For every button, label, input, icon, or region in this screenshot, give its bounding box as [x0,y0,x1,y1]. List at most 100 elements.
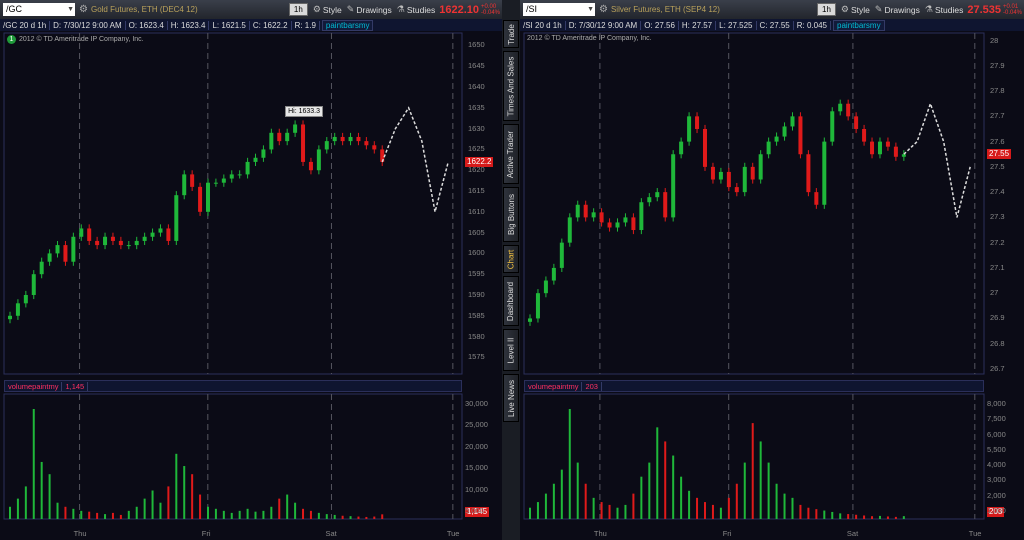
left-volume-study[interactable]: volumepaintmy [5,381,63,391]
vertical-tab-bar: Trade Times And Sales Active Trader Big But… [502,0,520,540]
candle-body [528,318,532,322]
tab-chart[interactable]: Chart [503,245,519,273]
candle-body [55,245,60,254]
volume-bar [88,511,91,519]
candle-body [79,228,84,237]
candle-body [679,141,684,155]
left-volume-header: volumepaintmy 1,145 [4,380,462,392]
volume-bar [80,510,83,519]
volume-plot-frame [3,393,463,520]
volume-bar [159,502,162,519]
candle-body [372,145,377,150]
right-chart-canvas[interactable] [520,0,1024,540]
price-axis-tick: 1575 [468,352,485,362]
right-volume-study[interactable]: volumepaintmy [525,381,583,391]
candle-body [301,124,306,162]
volume-bar [799,504,802,519]
price-axis-tick: 1630 [468,123,485,133]
candle-body [63,245,68,262]
volume-bar [735,483,738,519]
tab-label: Trade [506,23,516,45]
candle-body [277,132,282,142]
price-axis-tick: 27.9 [990,60,1005,70]
price-axis-tick: 27.8 [990,86,1005,96]
volume-bar [664,441,667,519]
tab-big-buttons[interactable]: Big Buttons [503,187,519,242]
candle-body [718,171,723,180]
tab-times-and-sales[interactable]: Times And Sales [503,51,519,121]
candle-body [830,111,835,142]
price-axis-tick: 1590 [468,289,485,299]
tab-label: Active Trader [506,130,516,178]
candle-body [47,253,52,262]
volume-bar [119,514,122,519]
volume-bar [317,512,320,519]
volume-bar [552,483,555,519]
volume-axis-tick: 3,000 [987,475,1006,485]
tab-dashboard[interactable]: Dashboard [503,276,519,326]
volume-bar [767,462,770,519]
volume-axis-tick: 30,000 [465,399,488,408]
volume-bar [222,510,225,519]
left-chart-canvas[interactable] [0,0,502,540]
candle-body [237,174,242,176]
candle-body [750,166,755,180]
candle-body [607,222,612,228]
tab-label: Dashboard [506,281,516,321]
price-axis-tick: 1595 [468,269,485,279]
candle-body [567,217,572,243]
candle-body [23,294,28,304]
volume-bar [656,427,659,519]
candle-body [687,116,692,142]
candle-body [631,217,636,231]
candle-body [316,149,321,171]
volume-bar [878,515,881,519]
volume-bar [624,504,627,519]
volume-axis-tick: 1,000 [987,506,1006,515]
candle-body [535,293,540,319]
volume-bar [608,504,611,519]
volume-axis-tick: 8,000 [987,399,1006,408]
candle-body [599,212,604,223]
candle-body [710,166,715,180]
volume-bar [191,474,194,519]
volume-axis-tick: 20,000 [465,441,488,451]
candle-body [615,222,620,228]
tab-active-trader[interactable]: Active Trader [503,124,519,184]
forecast-line [903,101,971,218]
silver-chart-panel: /SI ▼ ⚙ Silver Futures, ETH (SEP4 12) 1h ⚙… [520,0,1024,540]
tab-live-news[interactable]: Live News [503,374,519,422]
volume-bar [616,507,619,519]
candle-body [103,236,108,246]
tab-level-ii[interactable]: Level II [503,329,519,371]
volume-bar [341,515,344,519]
volume-bar [270,506,273,519]
candle-body [198,186,203,212]
volume-bar [254,511,257,519]
volume-bar [135,506,138,519]
tab-label: Chart [506,249,516,269]
volume-bar [96,512,99,519]
volume-axis-tick: 6,000 [987,429,1006,439]
price-axis-tick: 27.1 [990,262,1005,272]
candle-body [782,126,787,137]
right-volume-header: volumepaintmy 203 [524,380,984,392]
price-axis-tick: 1600 [468,248,485,258]
candle-body [591,212,596,218]
volume-bar [680,476,683,519]
volume-bar [16,498,19,519]
candle-body [877,141,882,155]
price-axis-tick: 1580 [468,331,485,341]
candle-body [822,141,827,205]
candle-body [293,124,298,133]
volume-bar [111,512,114,519]
tab-trade[interactable]: Trade [503,20,519,48]
volume-bar [759,441,762,519]
volume-bar [365,516,368,519]
price-axis-tick: 1640 [468,82,485,92]
volume-bar [894,516,897,519]
volume-bar [72,508,75,519]
volume-bar [262,510,265,519]
candle-body [790,116,795,127]
candle-body [798,116,803,155]
